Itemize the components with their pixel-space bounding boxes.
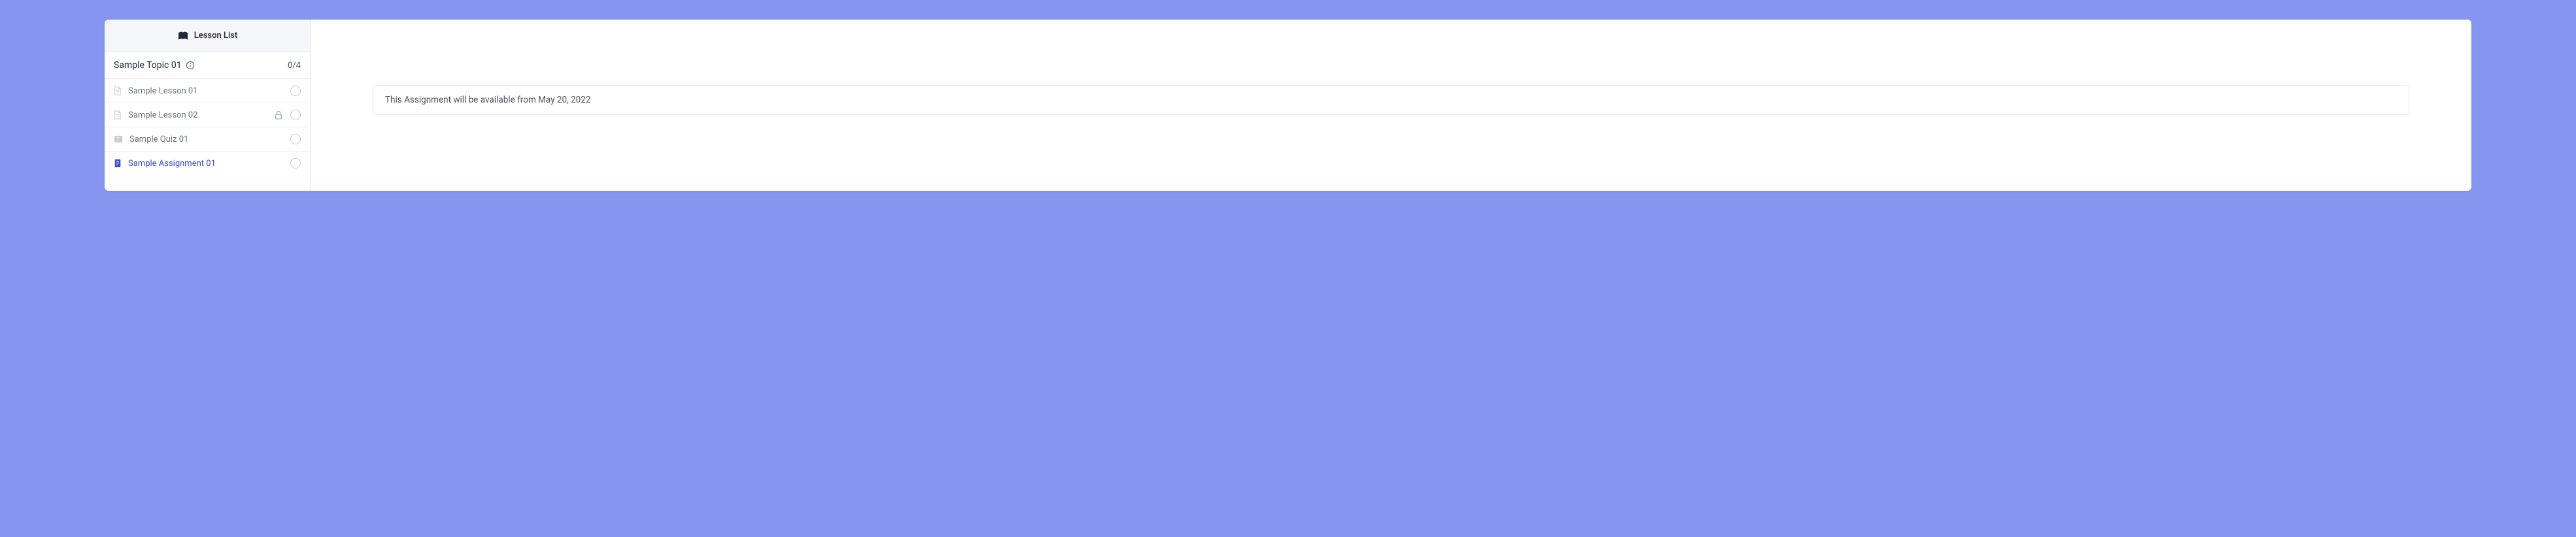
topic-left: Sample Topic 01 — [114, 60, 195, 71]
list-item[interactable]: Sample Quiz 01 — [105, 127, 310, 152]
main-content: This Assignment will be available from M… — [311, 20, 2471, 191]
assignment-icon — [114, 159, 122, 168]
list-item-label: Sample Lesson 01 — [128, 86, 198, 96]
topic-header[interactable]: Sample Topic 01 0/4 — [105, 52, 310, 79]
book-icon — [177, 31, 189, 41]
completion-indicator — [290, 158, 301, 169]
lock-icon — [275, 110, 282, 120]
lesson-sidebar: Lesson List Sample Topic 01 0/4 — [105, 20, 311, 191]
info-icon[interactable] — [186, 61, 195, 70]
quiz-icon — [114, 135, 123, 143]
document-icon — [114, 110, 122, 120]
document-icon — [114, 86, 122, 95]
list-item-label: Sample Lesson 02 — [128, 110, 198, 120]
sidebar-header: Lesson List — [105, 20, 310, 52]
list-item[interactable]: Sample Lesson 02 — [105, 103, 310, 127]
sidebar-title: Lesson List — [194, 31, 238, 41]
topic-progress: 0/4 — [288, 61, 301, 71]
availability-notice: This Assignment will be available from M… — [373, 85, 2409, 115]
list-item-label: Sample Assignment 01 — [128, 159, 216, 169]
list-item[interactable]: Sample Assignment 01 — [105, 152, 310, 175]
completion-indicator — [290, 110, 301, 120]
list-item-label: Sample Quiz 01 — [129, 135, 188, 144]
app-container: Lesson List Sample Topic 01 0/4 — [105, 20, 2471, 191]
completion-indicator — [290, 134, 301, 144]
list-item[interactable]: Sample Lesson 01 — [105, 79, 310, 103]
completion-indicator — [290, 86, 301, 96]
topic-title: Sample Topic 01 — [114, 60, 182, 71]
notice-text: This Assignment will be available from M… — [385, 95, 590, 105]
